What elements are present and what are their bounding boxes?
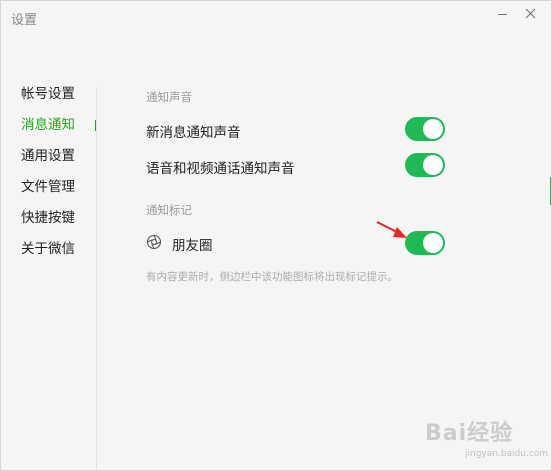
section-label-badge: 通知标记 — [146, 203, 192, 217]
close-icon — [525, 8, 535, 18]
sidebar-item-label: 通用设置 — [21, 148, 75, 164]
window-title: 设置 — [11, 13, 38, 28]
sidebar-item-label: 消息通知 — [21, 117, 75, 133]
sidebar-item-notifications[interactable]: 消息通知 — [21, 114, 101, 145]
new-message-sound-toggle[interactable] — [405, 117, 445, 141]
voice-video-sound-toggle[interactable] — [405, 153, 445, 177]
watermark-sub-text: jingyan.baidu.com — [465, 449, 549, 459]
moments-icon — [146, 234, 162, 250]
settings-window: 设置 帐号设置 消息通知 通用设置 文件管理 快捷按键 关于微信 通知声音 新消… — [0, 0, 552, 471]
badge-hint-text: 有内容更新时，侧边栏中该功能图标将出现标记提示。 — [146, 271, 398, 283]
sidebar-item-files[interactable]: 文件管理 — [21, 176, 101, 207]
sidebar-item-label: 帐号设置 — [21, 86, 75, 102]
close-button[interactable] — [520, 5, 540, 21]
sidebar-item-about[interactable]: 关于微信 — [21, 238, 101, 269]
annotation-arrow-icon — [376, 221, 407, 238]
settings-sidebar: 帐号设置 消息通知 通用设置 文件管理 快捷按键 关于微信 — [21, 83, 101, 269]
watermark-logo: Bai经验 jingyan.baidu.com — [425, 415, 551, 470]
section-label-sound: 通知声音 — [146, 90, 192, 104]
sidebar-divider — [96, 87, 97, 470]
sidebar-item-general[interactable]: 通用设置 — [21, 145, 101, 176]
voice-video-sound-label: 语音和视频通话通知声音 — [146, 161, 295, 177]
new-message-sound-label: 新消息通知声音 — [146, 125, 241, 141]
sidebar-item-label: 关于微信 — [21, 241, 75, 257]
sidebar-item-label: 文件管理 — [21, 179, 75, 195]
toggle-knob — [423, 119, 443, 139]
sidebar-item-label: 快捷按键 — [21, 210, 75, 226]
toggle-knob — [423, 233, 443, 253]
sidebar-item-shortcuts[interactable]: 快捷按键 — [21, 207, 101, 238]
minimize-button[interactable] — [492, 5, 512, 21]
moments-label: 朋友圈 — [172, 238, 213, 254]
toggle-knob — [423, 155, 443, 175]
watermark-main-text: Bai经验 — [425, 421, 514, 446]
minimize-icon — [497, 13, 507, 15]
sidebar-item-account[interactable]: 帐号设置 — [21, 83, 101, 114]
